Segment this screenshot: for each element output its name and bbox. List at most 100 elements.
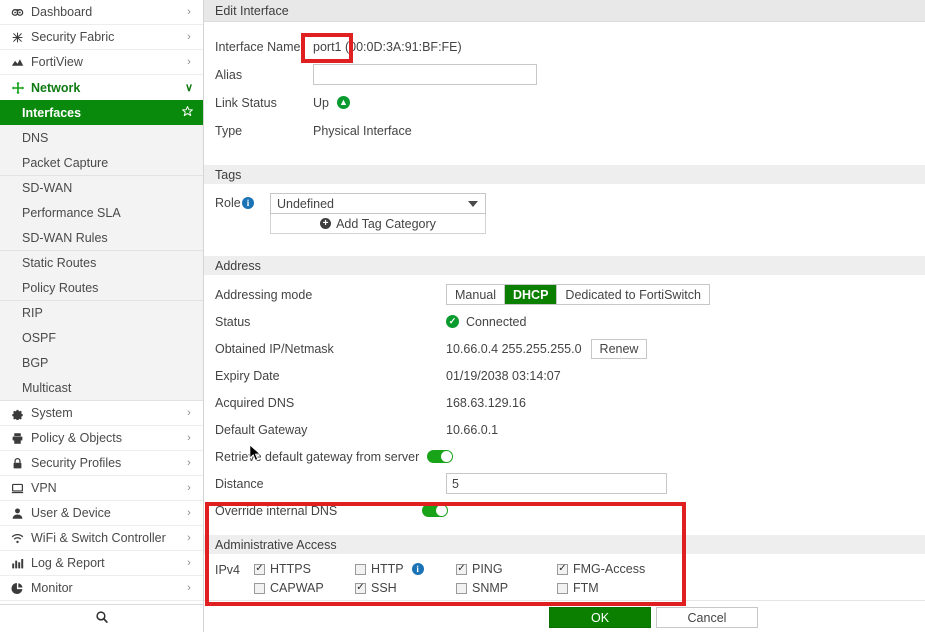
- alias-input[interactable]: [313, 64, 537, 85]
- checkbox-box: [355, 583, 366, 594]
- sidebar-item-label: DNS: [22, 131, 48, 145]
- type-value: Physical Interface: [313, 124, 412, 138]
- distance-input[interactable]: [446, 473, 667, 494]
- sidebar-item-packet-capture[interactable]: Packet Capture: [0, 150, 203, 175]
- chevron-right-icon: ›: [181, 532, 197, 544]
- sidebar: Dashboard › Security Fabric › FortiView …: [0, 0, 204, 632]
- obtained-ip-netmask-label: Obtained IP/Netmask: [215, 342, 446, 356]
- checkbox-box: [355, 564, 366, 575]
- retrieve-default-gateway-label: Retrieve default gateway from server: [215, 450, 419, 464]
- sidebar-item-interfaces[interactable]: Interfaces: [0, 100, 203, 125]
- role-label: Role: [215, 193, 242, 214]
- chevron-right-icon: ›: [181, 31, 197, 43]
- sidebar-item-fortiview[interactable]: FortiView ›: [0, 50, 203, 75]
- sidebar-item-label: Security Fabric: [31, 30, 181, 44]
- add-tag-category-button[interactable]: + Add Tag Category: [270, 214, 486, 234]
- checkbox-capwap[interactable]: CAPWAP: [254, 581, 324, 595]
- sidebar-network-submenu: Interfaces DNS Packet Capture SD-WAN Per…: [0, 100, 203, 401]
- star-icon[interactable]: [181, 105, 194, 121]
- interface-name-value: port1 (00:0D:3A:91:BF:FE): [313, 40, 462, 54]
- ok-button[interactable]: OK: [549, 607, 651, 628]
- main-panel: Edit Interface Interface Name port1 (00:…: [204, 0, 925, 632]
- sidebar-item-system[interactable]: System ›: [0, 401, 203, 426]
- network-icon: [8, 81, 27, 95]
- role-select-value: Undefined: [277, 197, 334, 211]
- checkbox-label: PING: [472, 562, 503, 576]
- sidebar-item-sd-wan[interactable]: SD-WAN: [0, 175, 203, 200]
- user-icon: [8, 507, 27, 520]
- checkbox-label: HTTP: [371, 562, 404, 576]
- sidebar-item-policy-objects[interactable]: Policy & Objects ›: [0, 426, 203, 451]
- sidebar-item-ospf[interactable]: OSPF: [0, 325, 203, 350]
- checkbox-https[interactable]: HTTPS: [254, 562, 311, 576]
- sidebar-search-button[interactable]: [0, 604, 203, 632]
- sidebar-item-security-fabric[interactable]: Security Fabric ›: [0, 25, 203, 50]
- sidebar-item-label: User & Device: [31, 506, 181, 520]
- link-status-label: Link Status: [215, 96, 311, 110]
- addressing-mode-manual[interactable]: Manual: [447, 285, 505, 304]
- checkbox-http[interactable]: HTTP i: [355, 562, 424, 576]
- sidebar-item-rip[interactable]: RIP: [0, 300, 203, 325]
- lock-icon: [8, 457, 27, 470]
- override-internal-dns-label: Override internal DNS: [215, 504, 422, 518]
- expiry-date-label: Expiry Date: [215, 369, 446, 383]
- checkbox-box: [254, 564, 265, 575]
- checkbox-snmp[interactable]: SNMP: [456, 581, 508, 595]
- cancel-button[interactable]: Cancel: [656, 607, 758, 628]
- policy-icon: [8, 432, 27, 445]
- sidebar-item-sd-wan-rules[interactable]: SD-WAN Rules: [0, 225, 203, 250]
- sidebar-item-user-device[interactable]: User & Device ›: [0, 501, 203, 526]
- dashboard-icon: [8, 6, 27, 19]
- sidebar-item-network[interactable]: Network ∨: [0, 75, 203, 100]
- security-fabric-icon: [8, 31, 27, 44]
- sidebar-item-label: Policy & Objects: [31, 431, 181, 445]
- sidebar-item-label: OSPF: [22, 331, 56, 345]
- chevron-right-icon: ›: [181, 6, 197, 18]
- sidebar-item-dns[interactable]: DNS: [0, 125, 203, 150]
- checkbox-label: SNMP: [472, 581, 508, 595]
- sidebar-item-performance-sla[interactable]: Performance SLA: [0, 200, 203, 225]
- renew-button[interactable]: Renew: [591, 339, 648, 359]
- checkbox-box: [456, 583, 467, 594]
- role-select[interactable]: Undefined: [270, 193, 486, 214]
- retrieve-default-gateway-toggle[interactable]: [427, 450, 453, 463]
- sidebar-item-policy-routes[interactable]: Policy Routes: [0, 275, 203, 300]
- sidebar-item-security-profiles[interactable]: Security Profiles ›: [0, 451, 203, 476]
- sidebar-item-label: System: [31, 406, 181, 420]
- override-internal-dns-toggle[interactable]: [422, 504, 448, 517]
- checkbox-ftm[interactable]: FTM: [557, 581, 599, 595]
- sidebar-item-label: Monitor: [31, 581, 181, 595]
- default-gateway-value: 10.66.0.1: [446, 423, 498, 437]
- sidebar-item-label: BGP: [22, 356, 48, 370]
- info-icon[interactable]: i: [412, 563, 424, 575]
- checkbox-label: HTTPS: [270, 562, 311, 576]
- sidebar-item-vpn[interactable]: VPN ›: [0, 476, 203, 501]
- checkbox-ssh[interactable]: SSH: [355, 581, 397, 595]
- checkbox-box: [557, 564, 568, 575]
- sidebar-item-label: VPN: [31, 481, 181, 495]
- search-icon: [95, 610, 109, 627]
- sidebar-item-wifi-switch-controller[interactable]: WiFi & Switch Controller ›: [0, 526, 203, 551]
- acquired-dns-value: 168.63.129.16: [446, 396, 526, 410]
- sidebar-item-label: Packet Capture: [22, 156, 108, 170]
- chevron-right-icon: ›: [181, 432, 197, 444]
- info-icon[interactable]: i: [242, 197, 254, 209]
- sidebar-item-multicast[interactable]: Multicast: [0, 375, 203, 400]
- sidebar-item-dashboard[interactable]: Dashboard ›: [0, 0, 203, 25]
- addressing-mode-dhcp[interactable]: DHCP: [505, 285, 557, 304]
- chevron-right-icon: ›: [181, 457, 197, 469]
- addressing-mode-label: Addressing mode: [215, 288, 446, 302]
- checkbox-label: FMG-Access: [573, 562, 645, 576]
- sidebar-item-label: Network: [31, 81, 181, 95]
- section-tags-title: Tags: [204, 165, 925, 184]
- sidebar-item-label: Security Profiles: [31, 456, 181, 470]
- addressing-mode-segmented-control[interactable]: Manual DHCP Dedicated to FortiSwitch: [446, 284, 710, 305]
- checkbox-fmg-access[interactable]: FMG-Access: [557, 562, 645, 576]
- page-title: Edit Interface: [204, 0, 925, 22]
- sidebar-item-static-routes[interactable]: Static Routes: [0, 250, 203, 275]
- sidebar-item-monitor[interactable]: Monitor ›: [0, 576, 203, 601]
- sidebar-item-log-report[interactable]: Log & Report ›: [0, 551, 203, 576]
- addressing-mode-dedicated-fortiswitch[interactable]: Dedicated to FortiSwitch: [557, 285, 708, 304]
- sidebar-item-bgp[interactable]: BGP: [0, 350, 203, 375]
- checkbox-ping[interactable]: PING: [456, 562, 503, 576]
